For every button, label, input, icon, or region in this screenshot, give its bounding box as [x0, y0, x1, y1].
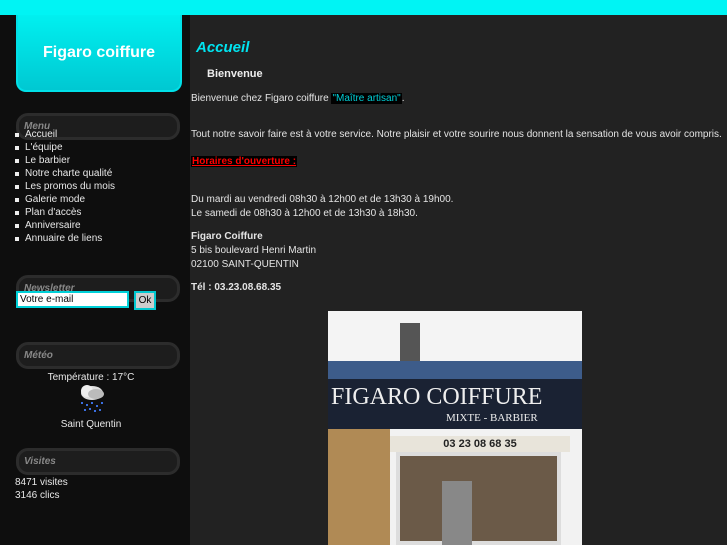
welcome-text-start: Bienvenue chez Figaro coiffure	[191, 93, 332, 104]
meteo-header: Météo	[16, 342, 180, 369]
menu-item-anniversaire[interactable]: Anniversaire	[15, 219, 115, 232]
menu-link[interactable]: Galerie mode	[25, 193, 85, 206]
visites-header: Visites	[16, 448, 180, 475]
sign-text: FIGARO COIFFURE	[331, 384, 543, 410]
top-bar	[0, 0, 727, 15]
welcome-heading: Bienvenue	[207, 68, 263, 80]
welcome-text: Bienvenue chez Figaro coiffure "Maître a…	[191, 93, 404, 104]
menu-item-equipe[interactable]: L'équipe	[15, 141, 115, 154]
weather-city: Saint Quentin	[60, 419, 122, 430]
menu-link[interactable]: Anniversaire	[25, 219, 81, 232]
sign-phone: 03 23 08 68 35	[390, 436, 570, 452]
menu-link[interactable]: Accueil	[25, 128, 57, 141]
menu-link[interactable]: L'équipe	[25, 141, 63, 154]
menu-item-galerie[interactable]: Galerie mode	[15, 193, 115, 206]
menu-link[interactable]: Plan d'accès	[25, 206, 81, 219]
main-menu: Accueil L'équipe Le barbier Notre charte…	[15, 128, 115, 245]
shop-front-photo: FIGARO COIFFURE MIXTE - BARBIER 03 23 08…	[328, 311, 582, 545]
address-name: Figaro Coiffure	[191, 231, 263, 242]
main-content: Accueil Bienvenue Bienvenue chez Figaro …	[191, 15, 727, 545]
menu-link[interactable]: Les promos du mois	[25, 180, 115, 193]
menu-link[interactable]: Notre charte qualité	[25, 167, 112, 180]
sign-subtext: MIXTE - BARBIER	[446, 412, 538, 424]
menu-item-barbier[interactable]: Le barbier	[15, 154, 115, 167]
service-text: Tout notre savoir faire est à votre serv…	[191, 129, 722, 140]
visit-count: 8471 visites	[15, 477, 68, 488]
rain-cloud-icon	[81, 385, 104, 412]
menu-item-plan[interactable]: Plan d'accès	[15, 206, 115, 219]
temperature: Température : 17°C	[47, 372, 135, 383]
menu-link[interactable]: Le barbier	[25, 154, 70, 167]
welcome-text-end: .	[401, 93, 405, 104]
menu-item-annuaire[interactable]: Annuaire de liens	[15, 232, 115, 245]
newsletter-ok-button[interactable]: Ok	[134, 291, 156, 310]
site-logo[interactable]: Figaro coiffure	[16, 15, 182, 92]
hours-weekday: Du mardi au vendredi 08h30 à 12h00 et de…	[191, 194, 454, 205]
click-count: 3146 clics	[15, 490, 60, 501]
phone: Tél : 03.23.08.68.35	[191, 282, 282, 293]
menu-item-promos[interactable]: Les promos du mois	[15, 180, 115, 193]
hours-saturday: Le samedi de 08h30 à 12h00 et de 13h30 à…	[191, 208, 418, 219]
menu-item-charte[interactable]: Notre charte qualité	[15, 167, 115, 180]
menu-link[interactable]: Annuaire de liens	[25, 232, 102, 245]
address-street: 5 bis boulevard Henri Martin	[191, 245, 317, 256]
menu-item-accueil[interactable]: Accueil	[15, 128, 115, 141]
newsletter-email-input[interactable]	[16, 291, 129, 308]
page-title: Accueil	[196, 39, 250, 56]
maitre-artisan-highlight: "Maître artisan"	[331, 93, 402, 104]
hours-title: Horaires d'ouverture :	[191, 156, 298, 167]
address-city: 02100 SAINT-QUENTIN	[191, 259, 299, 270]
